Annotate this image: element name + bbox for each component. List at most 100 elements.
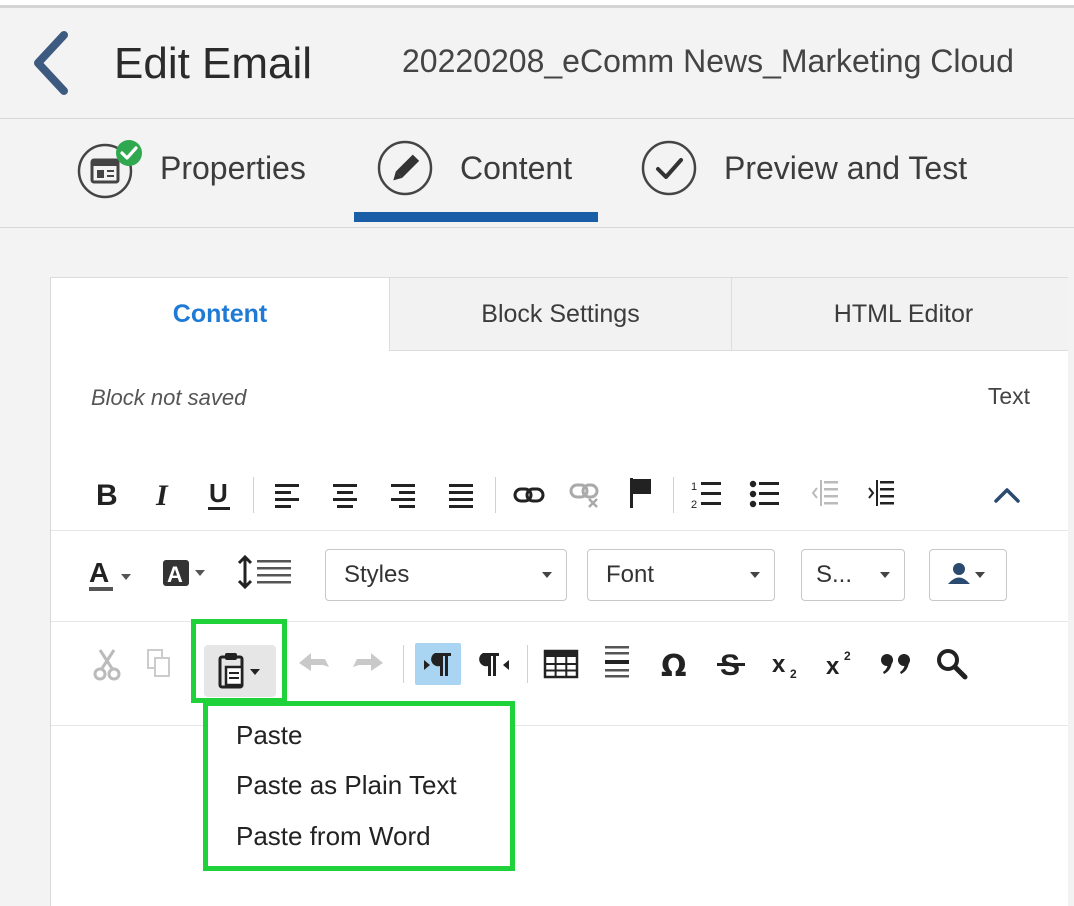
align-left-button[interactable] (269, 477, 305, 513)
redo-button[interactable] (349, 643, 387, 683)
editor-panel: Content Block Settings HTML Editor Block… (50, 277, 1074, 906)
numbered-list-button[interactable]: 12 (689, 475, 725, 515)
copy-button[interactable] (143, 644, 175, 684)
svg-text:1: 1 (691, 481, 697, 493)
font-size-dropdown[interactable]: S... (801, 549, 905, 601)
tab-content[interactable]: Content (51, 277, 389, 351)
subscript-icon: x2 (772, 651, 797, 680)
cut-button[interactable] (91, 644, 123, 684)
horizontal-rule-icon (605, 646, 629, 678)
svg-text:2: 2 (691, 499, 697, 511)
strikethrough-icon: S (717, 649, 745, 680)
paste-options-menu: Paste Paste as Plain Text Paste from Wor… (203, 701, 515, 871)
checkmark-circle-icon (640, 139, 698, 197)
superscript-button[interactable]: x2 (821, 643, 861, 685)
tab-block-settings[interactable]: Block Settings (389, 277, 731, 351)
chevron-left-icon (34, 31, 68, 95)
background-color-button[interactable]: A (161, 556, 219, 596)
line-height-button[interactable] (235, 554, 301, 594)
align-center-icon (333, 484, 357, 508)
personalization-dropdown[interactable] (929, 549, 1007, 601)
svg-text:B: B (96, 479, 118, 509)
pencil-icon (376, 139, 434, 197)
block-status: Block not saved (91, 385, 247, 410)
justify-button[interactable] (443, 477, 479, 513)
back-button[interactable] (26, 29, 76, 97)
insert-table-button[interactable] (539, 643, 583, 685)
align-center-button[interactable] (327, 477, 363, 513)
scrollbar-track[interactable] (1068, 277, 1074, 906)
omega-icon: Ω (661, 649, 687, 680)
underline-icon: U (208, 478, 230, 510)
bulleted-list-icon (749, 480, 779, 508)
line-height-icon (237, 554, 291, 590)
indent-icon (868, 480, 894, 506)
undo-icon (299, 653, 329, 671)
rtl-direction-button[interactable] (475, 643, 517, 685)
svg-text:x: x (826, 653, 840, 680)
strikethrough-button[interactable]: S (711, 643, 751, 685)
text-color-button[interactable]: A (87, 556, 145, 596)
redo-icon (353, 653, 383, 671)
align-right-icon (391, 484, 415, 508)
paste-from-word-menu-item[interactable]: Paste from Word (236, 821, 431, 852)
paste-menu-item[interactable]: Paste (236, 720, 303, 751)
caret-down-icon (750, 572, 760, 578)
flag-icon (630, 478, 651, 508)
anchor-button[interactable] (623, 473, 659, 513)
underline-button[interactable]: U (203, 477, 235, 513)
font-size-dropdown-label: S... (816, 561, 853, 588)
unlink-button[interactable] (565, 477, 605, 513)
svg-text:A: A (167, 562, 183, 587)
horizontal-line-button[interactable] (597, 641, 637, 685)
bold-icon: B (96, 479, 118, 509)
page-title: Edit Email (114, 39, 313, 88)
svg-text:U: U (209, 478, 228, 508)
paste-plain-text-menu-item[interactable]: Paste as Plain Text (236, 770, 457, 801)
increase-indent-button[interactable] (863, 475, 899, 515)
text-direction-rtl-icon (479, 653, 509, 676)
search-icon (937, 649, 968, 680)
properties-check-icon (76, 139, 142, 199)
align-left-icon (275, 484, 299, 508)
svg-text:I: I (155, 479, 169, 509)
step-preview-label: Preview and Test (724, 149, 968, 186)
chevron-up-icon (994, 488, 1020, 503)
table-icon (543, 649, 579, 679)
outdent-icon (811, 480, 838, 506)
styles-dropdown[interactable]: Styles (325, 549, 567, 601)
collapse-toolbar-button[interactable] (987, 477, 1027, 513)
ltr-direction-button[interactable] (415, 643, 461, 685)
text-color-icon: A (89, 557, 131, 591)
align-right-button[interactable] (385, 477, 421, 513)
person-icon (948, 563, 985, 584)
step-preview-and-test[interactable]: Preview and Test (640, 120, 967, 228)
copy-icon (147, 649, 170, 677)
find-button[interactable] (931, 643, 973, 685)
paste-button-highlight (191, 619, 287, 703)
blockquote-button[interactable] (875, 643, 917, 685)
background-color-icon: A (163, 560, 205, 587)
link-button[interactable] (509, 477, 549, 513)
special-character-button[interactable]: Ω (655, 643, 697, 685)
page-header: Edit Email 20220208_eComm News_Marketing… (0, 11, 1074, 119)
font-dropdown[interactable]: Font (587, 549, 775, 601)
bulleted-list-button[interactable] (747, 475, 783, 515)
step-properties[interactable]: Properties (76, 120, 306, 228)
svg-text:Ω: Ω (661, 649, 687, 680)
numbered-list-icon: 12 (691, 481, 721, 511)
tab-html-editor[interactable]: HTML Editor (731, 277, 1074, 351)
subscript-button[interactable]: x2 (767, 643, 807, 685)
justify-icon (449, 484, 473, 508)
svg-text:A: A (89, 557, 109, 588)
undo-button[interactable] (295, 643, 333, 683)
decrease-indent-button[interactable] (807, 475, 843, 515)
unlink-icon (569, 483, 599, 508)
active-step-indicator (354, 212, 598, 222)
italic-button[interactable]: I (147, 477, 179, 511)
svg-text:x: x (772, 651, 786, 678)
svg-text:2: 2 (790, 667, 797, 680)
caret-down-icon (880, 572, 890, 578)
bold-button[interactable]: B (91, 477, 123, 511)
toolbar-row-styles: A A Styles Font S... (51, 532, 1074, 622)
